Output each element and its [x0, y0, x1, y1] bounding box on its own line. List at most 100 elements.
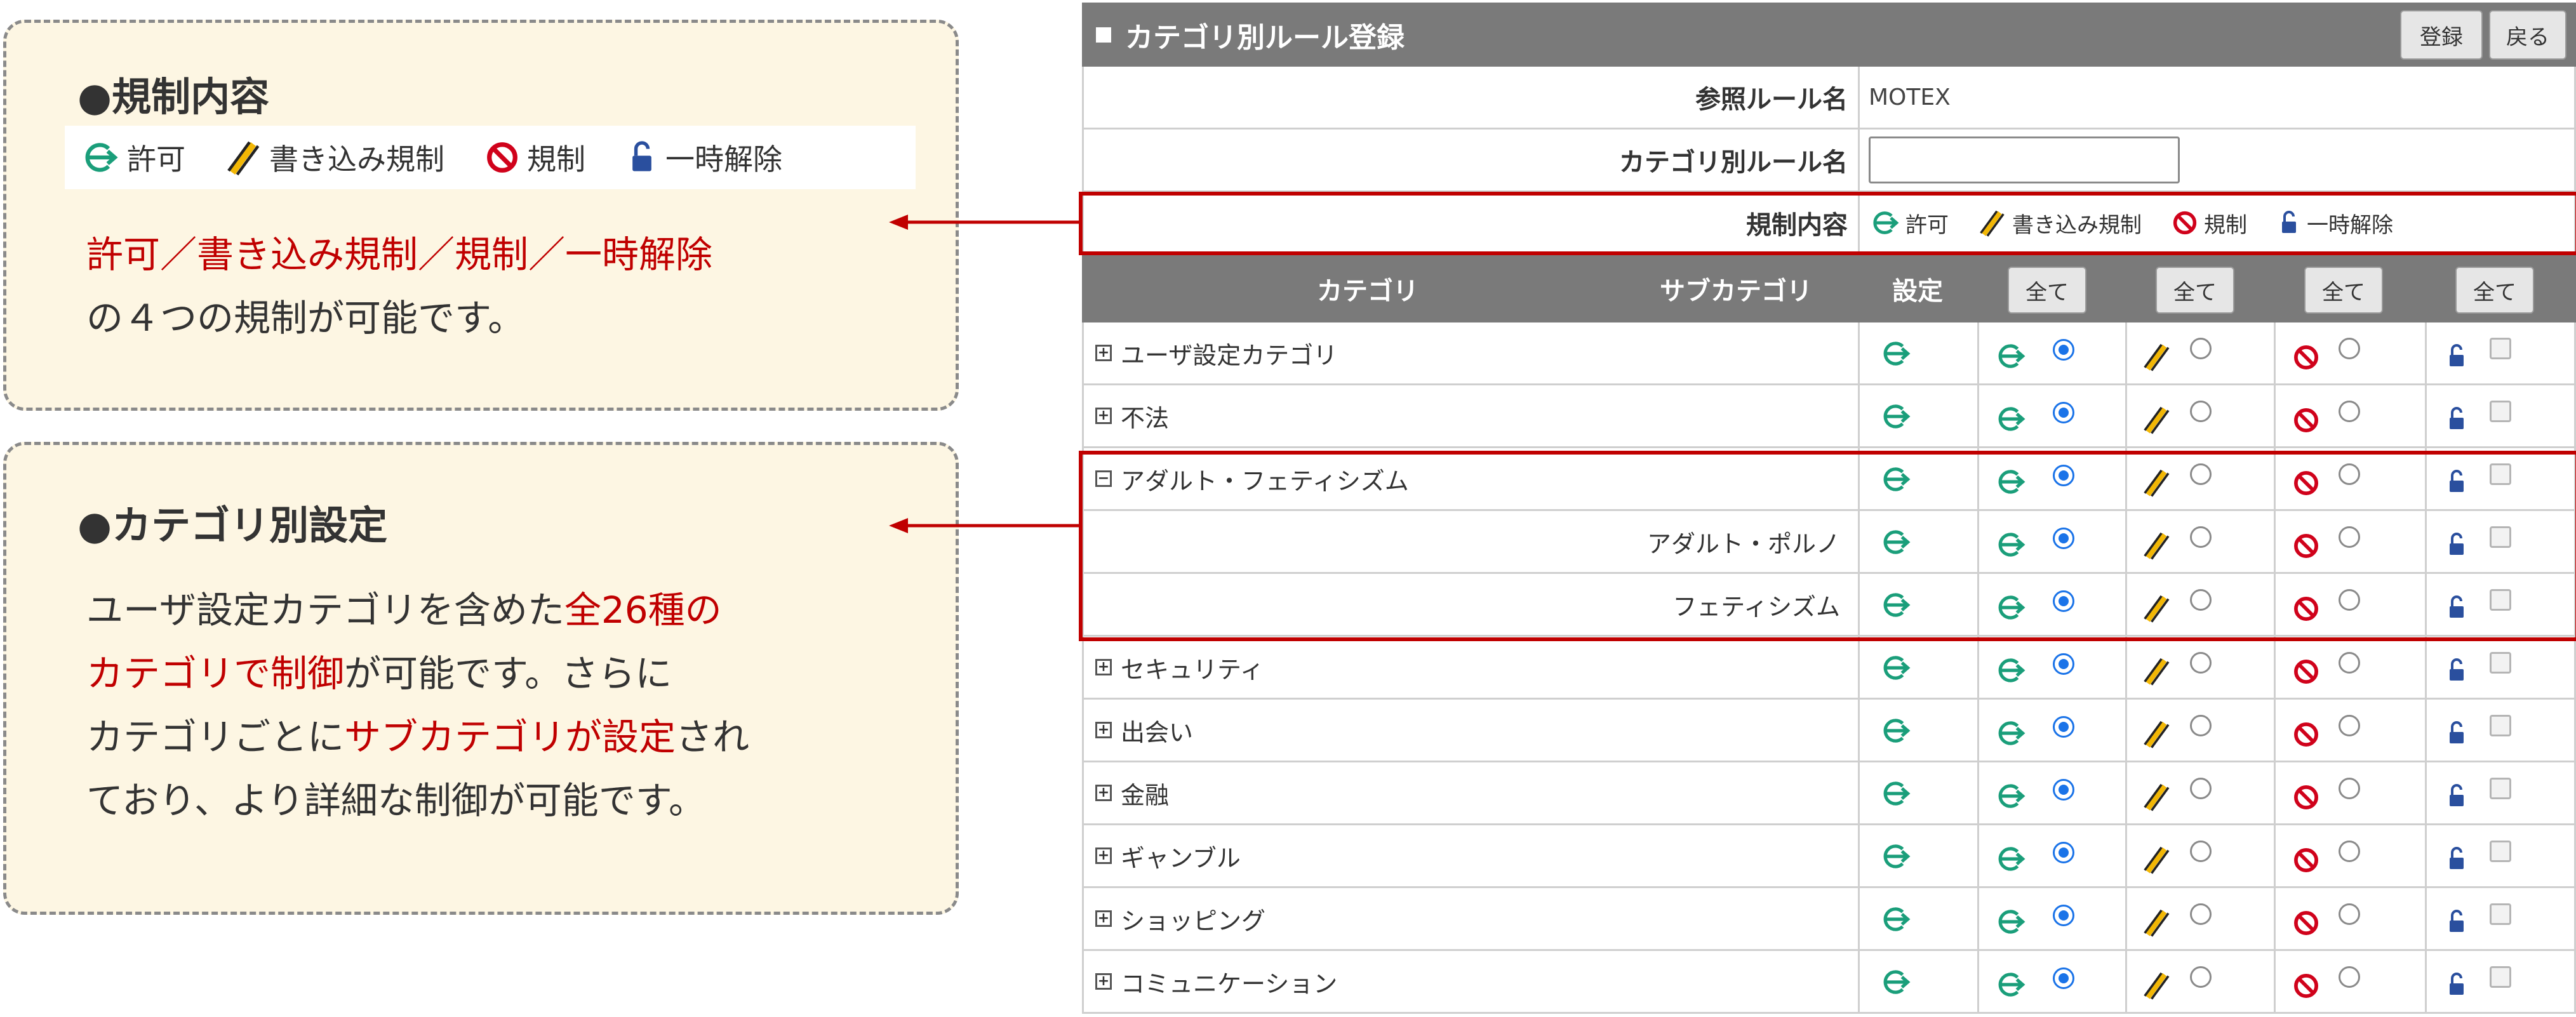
legend-block-label: 規制 [527, 142, 585, 176]
write-block-radio[interactable] [2190, 338, 2212, 359]
block-radio[interactable] [2339, 589, 2360, 611]
write-block-radio[interactable] [2190, 589, 2212, 611]
block-radio[interactable] [2339, 401, 2360, 422]
category-name-cell: + ユーザ設定カテゴリ [1084, 322, 1860, 383]
write-block-radio[interactable] [2190, 903, 2212, 925]
select-all-write-block-button[interactable]: 全て [2156, 267, 2234, 314]
expand-icon[interactable]: + [1095, 973, 1112, 990]
select-all-permit-button[interactable]: 全て [2008, 267, 2086, 314]
write-block-radio[interactable] [2190, 463, 2212, 485]
expand-icon[interactable]: + [1095, 785, 1112, 801]
unlock-checkbox[interactable] [2490, 526, 2511, 548]
write-block-radio[interactable] [2190, 778, 2212, 799]
unlock-checkbox[interactable] [2490, 589, 2511, 611]
permit-radio[interactable] [2053, 465, 2074, 486]
permit-radio[interactable] [2053, 653, 2074, 675]
unlock-checkbox[interactable] [2490, 338, 2511, 359]
permit-radio[interactable] [2053, 967, 2074, 989]
write-block-icon [2142, 342, 2172, 372]
expand-icon[interactable]: + [1095, 722, 1112, 738]
back-button[interactable]: 戻る [2489, 10, 2566, 60]
expand-icon[interactable]: + [1095, 345, 1112, 361]
write-block-radio[interactable] [2190, 526, 2212, 548]
category-label: 不法 [1121, 404, 1170, 432]
unlock-checkbox[interactable] [2490, 778, 2511, 799]
rule-name-label: カテゴリ別ルール名 [1084, 130, 1860, 190]
expand-icon[interactable]: + [1095, 408, 1112, 424]
block-radio[interactable] [2339, 841, 2360, 862]
block-radio[interactable] [2339, 652, 2360, 674]
permit-radio[interactable] [2053, 779, 2074, 801]
permit-radio[interactable] [2053, 716, 2074, 738]
write-block-icon [2142, 656, 2172, 686]
panel-header: カテゴリ別ルール登録 登録 戻る [1082, 3, 2576, 67]
expand-icon[interactable]: + [1095, 659, 1112, 675]
expand-icon[interactable]: + [1095, 910, 1112, 927]
permit-radio[interactable] [2053, 528, 2074, 549]
category-name-cell: フェティシズム [1084, 574, 1860, 635]
rule-name-input[interactable] [1869, 136, 2180, 183]
category-name-cell: + ショッピング [1084, 888, 1860, 949]
permit-icon [1878, 842, 1913, 871]
category-name: + ギャンブル [1095, 825, 1241, 886]
category-row: + ユーザ設定カテゴリ [1082, 322, 2576, 385]
block-icon [2292, 971, 2321, 1000]
write-block-radio[interactable] [2190, 966, 2212, 988]
unlock-checkbox[interactable] [2490, 652, 2511, 674]
category-name-cell: + 金融 [1084, 762, 1860, 823]
permit-radio[interactable] [2053, 402, 2074, 423]
category-row: + ショッピング [1082, 888, 2576, 951]
write-block-icon [2142, 781, 2172, 812]
register-button[interactable]: 登録 [2400, 10, 2483, 60]
category-name: + 不法 [1095, 385, 1169, 446]
rules-arrow [889, 215, 1083, 230]
mini-legend-unlock: 一時解除 [2307, 212, 2393, 238]
category-name: + 金融 [1095, 762, 1169, 823]
write-block-radio[interactable] [2190, 841, 2212, 862]
category-name: + 出会い [1095, 700, 1193, 761]
block-icon [2292, 343, 2321, 372]
permit-radio[interactable] [2053, 905, 2074, 926]
unlock-icon [2444, 466, 2469, 498]
permit-icon [1878, 590, 1913, 620]
collapse-icon[interactable]: − [1095, 470, 1112, 487]
legend-permit-label: 許可 [127, 142, 185, 176]
block-icon [2292, 846, 2321, 875]
cat-line2-a: カテゴリで制御 [86, 652, 345, 695]
expand-icon[interactable]: + [1095, 848, 1112, 864]
block-radio[interactable] [2339, 715, 2360, 736]
category-row: + 不法 [1082, 385, 2576, 448]
write-block-radio[interactable] [2190, 715, 2212, 736]
block-radio[interactable] [2339, 778, 2360, 799]
block-radio[interactable] [2339, 338, 2360, 359]
block-radio[interactable] [2339, 526, 2360, 548]
select-all-block-button[interactable]: 全て [2304, 267, 2383, 314]
block-icon [2292, 720, 2321, 749]
category-label: コミュニケーション [1121, 969, 1338, 998]
write-block-radio[interactable] [2190, 652, 2212, 674]
unlock-checkbox[interactable] [2490, 966, 2511, 988]
permit-radio[interactable] [2053, 842, 2074, 863]
write-block-icon [2142, 530, 2172, 561]
unlock-checkbox[interactable] [2490, 463, 2511, 485]
permit-radio[interactable] [2053, 590, 2074, 612]
restriction-legend: 許可 書き込み規制 規制 一時解除 [1869, 208, 2422, 239]
unlock-checkbox[interactable] [2490, 841, 2511, 862]
reference-rule-value: MOTEX [1869, 84, 1951, 110]
category-row: + コミュニケーション [1082, 951, 2576, 1014]
block-radio[interactable] [2339, 463, 2360, 485]
block-radio[interactable] [2339, 903, 2360, 925]
unlock-checkbox[interactable] [2490, 903, 2511, 925]
panel-title: カテゴリ別ルール登録 [1125, 21, 1405, 54]
select-all-unlock-button[interactable]: 全て [2455, 267, 2534, 314]
block-radio[interactable] [2339, 966, 2360, 988]
unlock-checkbox[interactable] [2490, 401, 2511, 422]
block-icon [2292, 469, 2321, 498]
write-block-icon [2142, 593, 2172, 623]
permit-radio[interactable] [2053, 339, 2074, 361]
write-block-radio[interactable] [2190, 401, 2212, 422]
permit-icon [1878, 465, 1913, 494]
unlock-checkbox[interactable] [2490, 715, 2511, 736]
cat-line1-a: ユーザ設定カテゴリを含めた [86, 588, 564, 632]
legend-permit: 許可 [79, 136, 185, 178]
